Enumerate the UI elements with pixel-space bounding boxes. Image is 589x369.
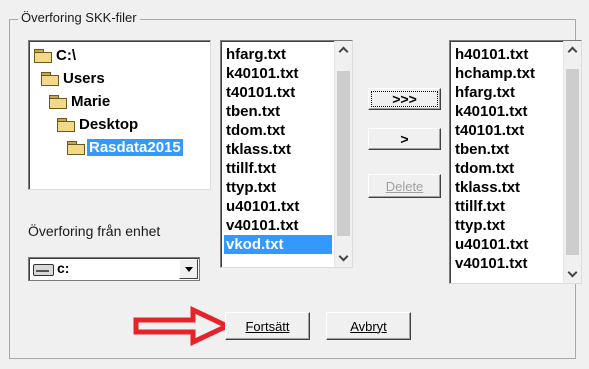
tree-item-label: Marie <box>71 92 111 110</box>
tree-item-label: C:\ <box>56 46 76 64</box>
scroll-up-button[interactable] <box>335 41 352 58</box>
tree-item-label: Desktop <box>79 115 139 133</box>
continue-label: Fortsätt <box>245 318 290 334</box>
list-item[interactable]: k40101.txt <box>453 102 530 121</box>
scroll-up-button[interactable] <box>564 41 581 58</box>
list-item[interactable]: v40101.txt <box>224 216 301 235</box>
list-item[interactable]: tklass.txt <box>224 140 293 159</box>
list-item[interactable]: tben.txt <box>453 140 511 159</box>
copy-one-button[interactable]: > <box>368 128 441 150</box>
chevron-down-icon <box>338 251 349 262</box>
drive-select[interactable]: c: <box>28 257 200 281</box>
list-item[interactable]: k40101.txt <box>224 64 301 83</box>
folder-open-icon <box>49 94 67 109</box>
target-file-list[interactable]: h40101.txt hchamp.txt hfarg.txt k40101.t… <box>449 40 582 284</box>
list-item[interactable]: t40101.txt <box>224 83 297 102</box>
drive-label: Överforing från enhet <box>28 223 161 239</box>
scroll-thumb[interactable] <box>337 71 350 236</box>
list-item[interactable]: hchamp.txt <box>453 64 537 83</box>
delete-label: Delete <box>385 178 424 194</box>
chevron-up-icon <box>567 46 578 57</box>
folder-open-icon <box>67 140 85 155</box>
folder-tree[interactable]: C:\ Users Marie Desktop Rasdata2015 <box>28 40 211 190</box>
folder-open-icon <box>57 117 75 132</box>
list-item[interactable]: tklass.txt <box>453 178 522 197</box>
list-item[interactable]: u40101.txt <box>224 197 301 216</box>
drive-value: c: <box>57 260 70 276</box>
tree-item-users[interactable]: Users <box>41 68 107 88</box>
drive-icon <box>33 264 54 276</box>
continue-button[interactable]: Fortsätt <box>225 312 310 340</box>
dropdown-button[interactable] <box>179 259 198 279</box>
scroll-thumb[interactable] <box>566 69 579 255</box>
tree-item-desktop[interactable]: Desktop <box>57 114 140 134</box>
source-list-scrollbar[interactable] <box>334 41 352 267</box>
list-item[interactable]: tdom.txt <box>453 159 516 178</box>
list-item[interactable]: ttyp.txt <box>224 178 278 197</box>
list-item[interactable]: hfarg.txt <box>224 45 288 64</box>
list-item[interactable]: hfarg.txt <box>453 83 517 102</box>
copy-all-label: >>> <box>392 91 417 107</box>
group-title: Överforing SKK-filer <box>18 10 140 25</box>
list-item[interactable]: tben.txt <box>224 102 282 121</box>
delete-button[interactable]: Delete <box>368 174 441 198</box>
red-arrow-icon <box>133 306 231 346</box>
tree-item-rasdata2015[interactable]: Rasdata2015 <box>67 137 183 157</box>
tree-item-c-drive[interactable]: C:\ <box>34 45 78 65</box>
cancel-label: Avbryt <box>350 318 387 334</box>
tree-item-marie[interactable]: Marie <box>49 91 112 111</box>
list-item-selected[interactable]: vkod.txt <box>224 235 332 254</box>
list-item[interactable]: ttillf.txt <box>453 197 507 216</box>
chevron-down-icon <box>567 267 578 278</box>
scroll-down-button[interactable] <box>564 266 581 283</box>
source-file-list[interactable]: hfarg.txt k40101.txt t40101.txt tben.txt… <box>220 40 353 268</box>
chevron-down-icon <box>184 266 193 272</box>
copy-all-button[interactable]: >>> <box>368 88 441 110</box>
list-item[interactable]: h40101.txt <box>453 45 530 64</box>
list-item[interactable]: ttillf.txt <box>224 159 278 178</box>
list-item[interactable]: t40101.txt <box>453 121 526 140</box>
list-item[interactable]: ttyp.txt <box>453 216 507 235</box>
folder-open-icon <box>41 71 59 86</box>
scroll-down-button[interactable] <box>335 250 352 267</box>
tree-item-label: Rasdata2015 <box>87 138 183 156</box>
copy-one-label: > <box>400 131 409 147</box>
tree-item-label: Users <box>63 69 105 87</box>
chevron-up-icon <box>338 46 349 57</box>
folder-open-icon <box>34 48 52 63</box>
list-item[interactable]: u40101.txt <box>453 235 530 254</box>
cancel-button[interactable]: Avbryt <box>326 312 411 340</box>
list-item[interactable]: v40101.txt <box>453 254 530 273</box>
target-list-scrollbar[interactable] <box>563 41 581 283</box>
list-item[interactable]: tdom.txt <box>224 121 287 140</box>
